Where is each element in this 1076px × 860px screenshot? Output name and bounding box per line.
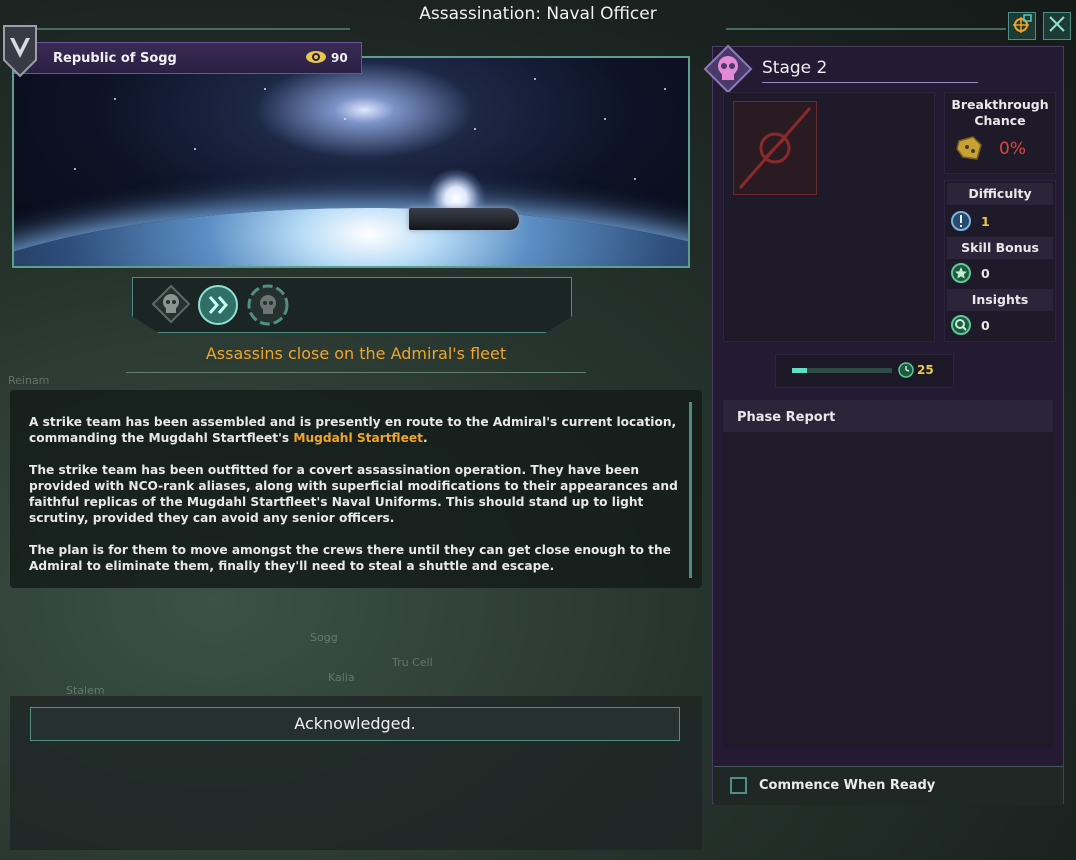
phase-report-header: Phase Report <box>723 400 1053 433</box>
skull-icon <box>247 284 289 330</box>
breakthrough-pane: Breakthrough Chance 0% <box>944 92 1056 174</box>
close-icon <box>1048 15 1066 37</box>
description-paragraph-2: The strike team has been outfitted for a… <box>29 463 678 525</box>
description-scrollbar[interactable] <box>689 402 692 578</box>
stage-progress: 25 <box>775 354 954 388</box>
phase-report-label: Phase Report <box>737 410 836 425</box>
acknowledged-button[interactable]: Acknowledged. <box>30 707 680 741</box>
breakthrough-label: Breakthrough Chance <box>951 97 1049 128</box>
blocked-icon <box>734 107 816 198</box>
commence-bar: Commence When Ready <box>714 766 1063 805</box>
locate-icon <box>1012 14 1032 38</box>
clock-icon <box>898 362 914 382</box>
fleet-link[interactable]: Mugdahl Startfleet <box>293 431 423 445</box>
divider <box>126 372 586 373</box>
empire-name: Republic of Sogg <box>53 51 177 66</box>
difficulty-label: Difficulty <box>947 183 1053 205</box>
skill-bonus-label: Skill Bonus <box>947 237 1053 259</box>
response-panel: Acknowledged. <box>10 696 702 850</box>
map-label-sogg: Sogg <box>310 631 338 644</box>
event-card-pane <box>723 92 935 342</box>
close-button[interactable] <box>1043 12 1071 40</box>
description-text-segment: . <box>422 431 428 445</box>
commence-label[interactable]: Commence When Ready <box>759 778 935 793</box>
no-event-card <box>733 101 817 195</box>
description-paragraph-1: A strike team has been assembled and is … <box>29 414 683 446</box>
fast-forward-icon <box>197 285 239 330</box>
map-label-kalia: Kalia <box>328 671 355 684</box>
skull-icon <box>703 44 753 94</box>
dice-icon <box>955 135 983 165</box>
progress-track <box>792 368 892 373</box>
empire-bar: Republic of Sogg 90 <box>14 42 362 74</box>
star-icon <box>951 263 971 287</box>
stage-subtitle: Assassins close on the Admiral's fleet <box>205 344 507 363</box>
insights-label: Insights <box>947 289 1053 311</box>
empire-emblem-icon <box>0 20 40 78</box>
insights-value: 0 <box>981 318 990 333</box>
window-title: Assassination: Naval Officer <box>419 4 657 24</box>
difficulty-value: 1 <box>981 214 990 229</box>
map-label-reinam: Reinam <box>8 374 50 387</box>
stage-progress-strip <box>132 277 572 333</box>
divider <box>762 82 978 83</box>
breakthrough-value: 0% <box>999 139 1026 159</box>
skill-bonus-value: 0 <box>981 266 990 281</box>
stage-2-node[interactable] <box>197 284 238 325</box>
stats-pane: Difficulty 1 Skill Bonus 0 Insights 0 <box>944 180 1056 342</box>
description-text: A strike team has been assembled and is … <box>29 414 683 590</box>
difficulty-icon <box>951 211 971 235</box>
stage-3-node[interactable] <box>247 284 289 326</box>
intel-value: 90 <box>331 51 348 65</box>
stage-1-node[interactable] <box>151 284 191 324</box>
locate-button[interactable] <box>1008 12 1036 40</box>
operation-viewport-image <box>12 56 690 268</box>
magnifier-icon <box>951 315 971 339</box>
commence-checkbox[interactable] <box>730 777 747 794</box>
progress-fill <box>792 368 807 373</box>
map-label-tru-cell: Tru Cell <box>392 656 433 669</box>
skull-icon <box>151 284 191 328</box>
fleet-ship-image <box>409 208 519 230</box>
description-paragraph-3: The plan is for them to move amongst the… <box>29 543 671 573</box>
stage-title: Stage 2 <box>762 58 828 78</box>
timer-value: 25 <box>917 363 934 377</box>
eye-icon <box>305 49 327 69</box>
phase-report-body <box>723 432 1053 748</box>
description-panel: A strike team has been assembled and is … <box>10 390 702 588</box>
